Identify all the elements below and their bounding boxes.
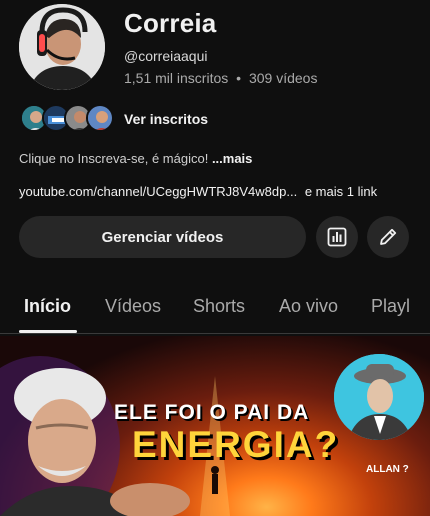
tab-videos[interactable]: Vídeos <box>105 296 161 317</box>
active-tab-indicator <box>19 330 77 333</box>
channel-description[interactable]: Clique no Inscreva-se, é mágico! ...mais <box>19 151 252 166</box>
description-text: Clique no Inscreva-se, é mágico! <box>19 151 212 166</box>
tab-inicio[interactable]: Início <box>24 296 71 317</box>
tab-playlists[interactable]: Playl <box>371 296 410 317</box>
subscriber-count: 1,51 mil inscritos <box>124 70 229 86</box>
manage-videos-button[interactable]: Gerenciar vídeos <box>19 216 306 258</box>
analytics-button[interactable] <box>316 216 358 258</box>
channel-header: Correia @correiaaqui 1,51 mil inscritos … <box>0 0 430 100</box>
featured-video-thumbnail[interactable]: ELE FOI O PAI DA ENERGIA? ALLAN ? <box>0 336 430 516</box>
stats-separator: • <box>236 70 242 86</box>
thumbnail-title-line1: ELE FOI O PAI DA <box>114 401 310 424</box>
channel-handle: @correiaaqui <box>124 48 208 64</box>
edit-channel-button[interactable] <box>367 216 409 258</box>
thumbnail-title-line2: ENERGIA? <box>132 424 340 465</box>
analytics-icon <box>327 227 347 247</box>
view-subscribers-label[interactable]: Ver inscritos <box>124 111 208 127</box>
thumbnail-caption: ALLAN ? <box>366 464 409 475</box>
channel-links[interactable]: youtube.com/channel/UCeggHWTRJ8V4w8dp...… <box>19 184 377 199</box>
tab-shorts[interactable]: Shorts <box>193 296 245 317</box>
channel-link[interactable]: youtube.com/channel/UCeggHWTRJ8V4w8dp... <box>19 184 297 199</box>
channel-name: Correia <box>124 8 217 38</box>
portrait-bubble <box>334 354 424 440</box>
channel-avatar[interactable] <box>19 4 105 90</box>
tab-ao-vivo[interactable]: Ao vivo <box>279 296 338 317</box>
subscriber-avatar <box>86 104 114 132</box>
more-links[interactable]: e mais 1 link <box>305 184 377 199</box>
video-count: 309 vídeos <box>248 70 318 86</box>
channel-stats: 1,51 mil inscritos • 309 vídeos <box>124 70 317 86</box>
view-subscribers-row[interactable]: Ver inscritos <box>20 104 420 134</box>
description-more[interactable]: ...mais <box>212 151 252 166</box>
pencil-icon <box>380 228 397 245</box>
channel-tabs: Início Vídeos Shorts Ao vivo Playl <box>0 286 430 334</box>
